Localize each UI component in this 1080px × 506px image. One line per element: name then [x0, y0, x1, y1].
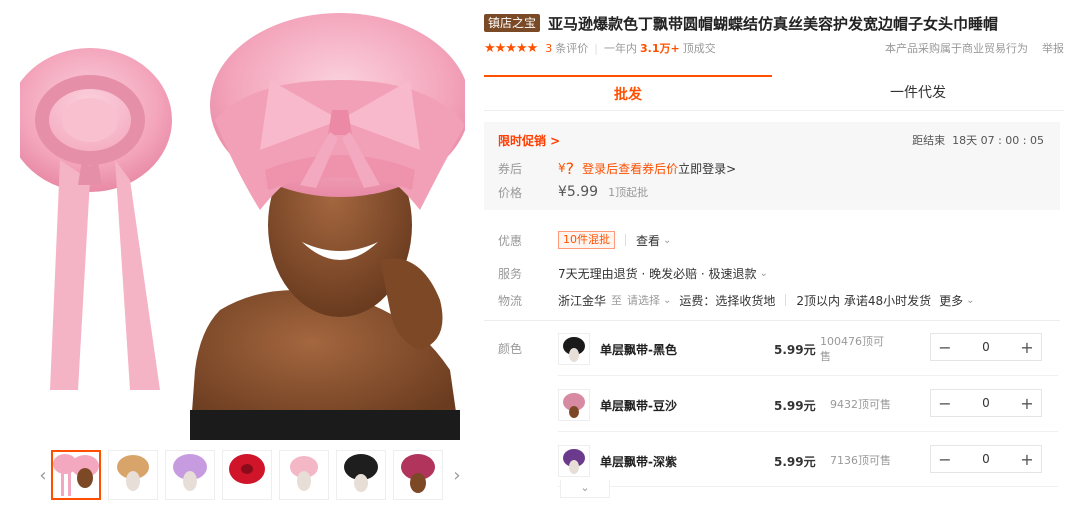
sku-price: 5.99元 [774, 399, 816, 413]
increment-button[interactable]: + [1013, 338, 1041, 357]
coupon-row: 券后 ¥ ? 登录后查看券后价 立即登录> [498, 158, 1058, 178]
chevron-down-icon[interactable]: ⌄ [663, 235, 671, 246]
sku-name: 单层飘带-深紫 [600, 455, 677, 469]
coupon-label: 券后 [498, 161, 523, 176]
sku-stock: 9432顶可售 [830, 398, 891, 411]
price-value: ¥5.99 [558, 184, 599, 200]
thumbnail-strip: ‹ › [36, 448, 464, 504]
thumbnail-1[interactable] [51, 450, 101, 500]
thumbnail-7[interactable] [393, 450, 443, 500]
review-count[interactable]: 3 [545, 42, 552, 55]
countdown-time: 18天 07 : 00 : 05 [952, 134, 1044, 147]
discount-row: 优惠 10件混批 查看 ⌄ [498, 229, 1064, 251]
sku-stock: 7136顶可售 [830, 454, 891, 467]
sales-count: 3.1万+ [640, 42, 680, 55]
freight-text: 运费：选择收货地 [679, 293, 776, 308]
product-title: 亚马逊爆款色丁飘带圆帽蝴蝶结仿真丝美容护发宽边帽子女头巾睡帽 [548, 14, 999, 33]
thumbnail-5[interactable] [279, 450, 329, 500]
purchase-tabs: 批发 一件代发 [484, 75, 1064, 111]
logistics-row: 物流 浙江金华 至 请选择 ⌄ 运费：选择收货地 2顶以内 承诺48小时发货 更… [498, 289, 1064, 311]
increment-button[interactable]: + [1013, 394, 1041, 413]
increment-button[interactable]: + [1013, 450, 1041, 469]
thumbnail-3[interactable] [165, 450, 215, 500]
sku-divider [558, 375, 1058, 376]
divider [785, 294, 787, 306]
service-row: 服务 7天无理由退货 · 晚发必赔 · 极速退款 ⌄ [498, 262, 1064, 284]
sku-price: 5.99元 [774, 343, 816, 357]
coupon-hidden-price: ? [565, 158, 575, 178]
sku-row-2: 单层飘带-豆沙 5.99元 9432顶可售 − 0 + [558, 387, 1044, 431]
ship-promise: 2顶以内 承诺48小时发货 [796, 293, 932, 308]
destination-select[interactable]: 请选择 [627, 292, 660, 308]
sku-price: 5.99元 [774, 455, 816, 469]
decrement-button[interactable]: − [931, 450, 959, 469]
logistics-label: 物流 [498, 293, 523, 308]
main-product-image[interactable] [20, 10, 465, 440]
service-text[interactable]: 7天无理由退货 · 晚发必赔 · 极速退款 [558, 265, 757, 282]
review-label[interactable]: 条评价 [555, 40, 588, 56]
rating-row: ★★★★★ 3 条评价 | 一年内 3.1万+ 顶成交 本产品采购属于商业贸易行… [484, 40, 1064, 56]
service-label: 服务 [498, 266, 523, 281]
chevron-down-icon[interactable]: ⌄ [663, 295, 671, 306]
to-label: 至 [611, 294, 623, 307]
chevron-down-icon[interactable]: ⌄ [760, 268, 768, 279]
sales-label: 一年内 [604, 42, 637, 55]
origin: 浙江金华 [558, 293, 607, 308]
coupon-yen: ¥ [558, 161, 566, 175]
thumb-prev-arrow-icon[interactable]: ‹ [36, 448, 50, 502]
sku-divider [558, 431, 1058, 432]
quantity-stepper: − 0 + [930, 389, 1042, 417]
promo-title[interactable]: 限时促销 > [498, 132, 560, 149]
sku-swatch-image[interactable] [558, 445, 590, 477]
sku-color-label: 颜色 [498, 342, 523, 356]
sku-swatch-image[interactable] [558, 333, 590, 365]
more-link[interactable]: 更多 [939, 292, 963, 309]
tab-dropship[interactable]: 一件代发 [772, 75, 1064, 111]
product-info-panel: 镇店之宝 亚马逊爆款色丁飘带圆帽蝴蝶结仿真丝美容护发宽边帽子女头巾睡帽 ★★★★… [484, 0, 1064, 506]
quantity-input[interactable]: 0 [959, 452, 1013, 466]
coupon-login-hint[interactable]: 登录后查看券后价 [582, 160, 678, 177]
quantity-stepper: − 0 + [930, 445, 1042, 473]
discount-label: 优惠 [498, 233, 523, 248]
decrement-button[interactable]: − [931, 338, 959, 357]
sku-divider [558, 486, 1058, 487]
thumb-next-arrow-icon[interactable]: › [450, 448, 464, 502]
quantity-stepper: − 0 + [930, 333, 1042, 361]
expand-skus-chevron-down-icon[interactable]: ⌄ [560, 480, 610, 498]
login-link[interactable]: 立即登录> [678, 160, 736, 177]
thumbnail-6[interactable] [336, 450, 386, 500]
sku-swatch-image[interactable] [558, 389, 590, 421]
countdown-label: 距结束 [912, 134, 946, 147]
report-link[interactable]: 举报 [1042, 40, 1064, 56]
thumbnail-4[interactable] [222, 450, 272, 500]
decrement-button[interactable]: − [931, 394, 959, 413]
image-gallery: ‹ › [0, 0, 470, 506]
countdown: 距结束 18天 07 : 00 : 05 [912, 132, 1044, 148]
quantity-input[interactable]: 0 [959, 396, 1013, 410]
star-rating-icon: ★★★★★ [484, 40, 538, 56]
sku-name: 单层飘带-黑色 [600, 343, 677, 357]
discount-tag: 10件混批 [558, 231, 615, 249]
sku-name: 单层飘带-豆沙 [600, 399, 677, 413]
trade-note: 本产品采购属于商业贸易行为 [885, 42, 1028, 55]
thumbnail-2[interactable] [108, 450, 158, 500]
section-divider [484, 320, 1060, 321]
discount-view-link[interactable]: 查看 [636, 232, 660, 249]
sku-row-3: 单层飘带-深紫 5.99元 7136顶可售 − 0 + [558, 443, 1044, 487]
sku-stock: 100476顶可售 [820, 335, 884, 363]
price-label: 价格 [498, 185, 523, 200]
divider: | [594, 41, 598, 55]
chevron-down-icon[interactable]: ⌄ [966, 295, 974, 306]
min-order: 1顶起批 [608, 186, 649, 199]
sku-row-1: 单层飘带-黑色 5.99元 100476顶可售 − 0 + [558, 331, 1044, 375]
quantity-input[interactable]: 0 [959, 340, 1013, 354]
price-row: 价格 ¥5.99 1顶起批 [498, 182, 1058, 202]
promo-panel: 限时促销 > 距结束 18天 07 : 00 : 05 券后 ¥ ? 登录后查看… [484, 122, 1060, 210]
title-row: 镇店之宝 亚马逊爆款色丁飘带圆帽蝴蝶结仿真丝美容护发宽边帽子女头巾睡帽 [484, 12, 1064, 34]
shop-badge: 镇店之宝 [484, 14, 541, 32]
divider [625, 234, 626, 246]
sales-unit: 顶成交 [682, 42, 716, 55]
tab-wholesale[interactable]: 批发 [484, 75, 772, 111]
